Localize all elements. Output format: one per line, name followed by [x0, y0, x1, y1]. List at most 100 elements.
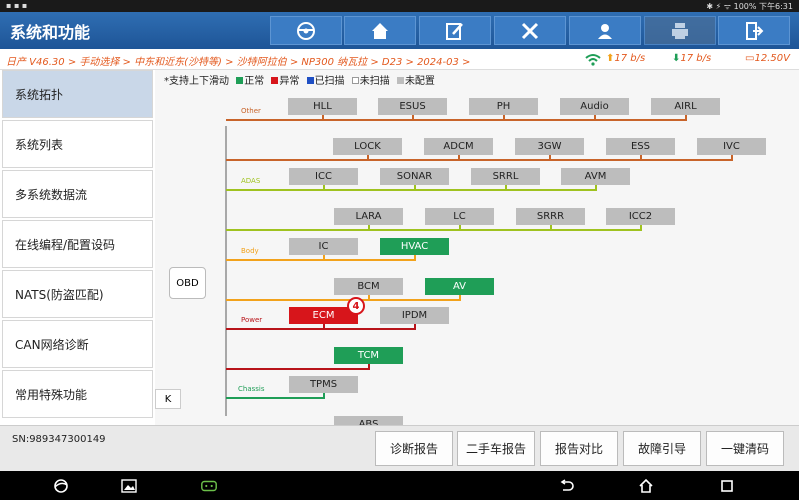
- back-icon[interactable]: [558, 477, 576, 495]
- ecu-node[interactable]: IPDM: [380, 307, 449, 324]
- action-button[interactable]: 故障引导: [623, 431, 701, 466]
- group-bus-line: [226, 119, 685, 121]
- sidebar-item-label: NATS(防盗匹配): [15, 287, 104, 302]
- edit-icon: [446, 22, 463, 40]
- collapse-panel-button[interactable]: K: [155, 389, 181, 409]
- upload-rate-value: 17 b/s: [614, 53, 646, 64]
- sidebar-item[interactable]: NATS(防盗匹配): [2, 270, 153, 318]
- support-agent-button[interactable]: [569, 16, 641, 45]
- sidebar-item-label: 在线编程/配置设码: [15, 237, 116, 252]
- node-connector: [323, 393, 325, 399]
- node-connector: [549, 155, 551, 161]
- ecu-node[interactable]: ESS: [606, 138, 675, 155]
- home-icon: [372, 22, 388, 39]
- ecu-node[interactable]: SRRR: [516, 208, 585, 225]
- node-connector: [323, 324, 325, 330]
- node-connector: [368, 295, 370, 301]
- sidebar-item[interactable]: CAN网络诊断: [2, 320, 153, 368]
- gallery-icon[interactable]: [120, 477, 138, 495]
- ecu-node[interactable]: ADCM: [424, 138, 493, 155]
- group-bus-line: [226, 259, 414, 261]
- node-connector: [550, 225, 552, 231]
- node-connector: [367, 155, 369, 161]
- ecu-node[interactable]: SONAR: [380, 168, 449, 185]
- action-button[interactable]: 二手车报告: [457, 431, 535, 466]
- node-connector: [323, 185, 325, 191]
- legend-unscanned: 未扫描: [359, 76, 390, 87]
- sidebar-item-label: 系统拓扑: [15, 87, 64, 102]
- ecu-node[interactable]: AIRL: [651, 98, 720, 115]
- status-bar: ▪ ▪ ▪ ✱ ⚡ ᯤ 100% 下午6:31: [0, 0, 799, 12]
- page-title: 系统和功能: [10, 23, 91, 42]
- group-label: Body: [241, 247, 259, 255]
- legend-scanned: 已扫描: [314, 76, 345, 87]
- sidebar-item[interactable]: 多系统数据流: [2, 170, 153, 218]
- support-agent-icon: [598, 23, 612, 39]
- legend-unconfigured-icon: [396, 77, 404, 84]
- ecu-node[interactable]: ICC: [289, 168, 358, 185]
- tools-button[interactable]: [494, 16, 566, 45]
- sidebar-item-label: 系统列表: [15, 137, 64, 152]
- home-button[interactable]: [344, 16, 416, 45]
- ecu-node[interactable]: TPMS: [289, 376, 358, 393]
- ecu-node[interactable]: BCM: [334, 278, 403, 295]
- group-bus-line: [226, 397, 323, 399]
- node-connector: [731, 155, 733, 161]
- ecu-node[interactable]: LC: [425, 208, 494, 225]
- steering-wheel-button[interactable]: [270, 16, 342, 45]
- group-label: Other: [241, 107, 261, 115]
- sidebar-item[interactable]: 系统拓扑: [2, 70, 153, 118]
- topology-panel[interactable]: *支持上下滑动 正常 异常 已扫描 未扫描 未配置 Other HLL ESUS PH…: [155, 70, 799, 425]
- action-button[interactable]: 一键清码: [706, 431, 784, 466]
- ecu-node[interactable]: HVAC: [380, 238, 449, 255]
- node-connector: [368, 364, 370, 370]
- group-label: ADAS: [241, 177, 261, 185]
- sidebar-item[interactable]: 常用特殊功能: [2, 370, 153, 418]
- vci-connector-icon[interactable]: [200, 477, 218, 495]
- ecu-node[interactable]: IC: [289, 238, 358, 255]
- node-connector: [368, 225, 370, 231]
- obd-port[interactable]: OBD: [169, 267, 206, 299]
- ecu-node[interactable]: ESUS: [378, 98, 447, 115]
- sidebar-item[interactable]: 在线编程/配置设码: [2, 220, 153, 268]
- node-connector: [412, 115, 414, 121]
- ecu-node[interactable]: AV: [425, 278, 494, 295]
- tools-icon: [521, 22, 539, 39]
- node-connector: [458, 155, 460, 161]
- wifi-icon: [585, 54, 601, 66]
- fault-count-badge[interactable]: 4: [347, 297, 365, 315]
- printer-button[interactable]: [644, 16, 716, 45]
- group-bus-line: [226, 299, 459, 301]
- action-button[interactable]: 报告对比: [540, 431, 618, 466]
- ecu-node[interactable]: TCM: [334, 347, 403, 364]
- ecu-node[interactable]: ABS: [334, 416, 403, 425]
- sidebar-item[interactable]: 系统列表: [2, 120, 153, 168]
- ecu-node[interactable]: Audio: [560, 98, 629, 115]
- group-bus-line: [226, 229, 640, 231]
- ecu-node[interactable]: PH: [469, 98, 538, 115]
- ecu-node[interactable]: LARA: [334, 208, 403, 225]
- ecu-node[interactable]: SRRL: [471, 168, 540, 185]
- sidebar-item-label: CAN网络诊断: [15, 337, 89, 352]
- status-legend: *支持上下滑动 正常 异常 已扫描 未扫描 未配置: [164, 72, 435, 87]
- recent-apps-icon[interactable]: [718, 477, 736, 495]
- printer-icon: [672, 22, 688, 39]
- node-connector: [323, 255, 325, 261]
- home-nav-icon[interactable]: [637, 477, 655, 495]
- edit-button[interactable]: [419, 16, 491, 45]
- group-label: Chassis: [238, 385, 265, 393]
- action-button[interactable]: 诊断报告: [375, 431, 453, 466]
- ecu-node[interactable]: HLL: [288, 98, 357, 115]
- node-connector: [640, 155, 642, 161]
- exit-button[interactable]: [718, 16, 790, 45]
- battery-voltage: ▭12.50V: [745, 53, 790, 64]
- legend-scanned-icon: [306, 77, 314, 84]
- legend-abnormal: 异常: [279, 76, 300, 87]
- ecu-node[interactable]: LOCK: [333, 138, 402, 155]
- browser-icon[interactable]: [52, 477, 70, 495]
- ecu-node[interactable]: IVC: [697, 138, 766, 155]
- ecu-node[interactable]: ICC2: [606, 208, 675, 225]
- node-connector: [505, 185, 507, 191]
- ecu-node[interactable]: 3GW: [515, 138, 584, 155]
- ecu-node[interactable]: AVM: [561, 168, 630, 185]
